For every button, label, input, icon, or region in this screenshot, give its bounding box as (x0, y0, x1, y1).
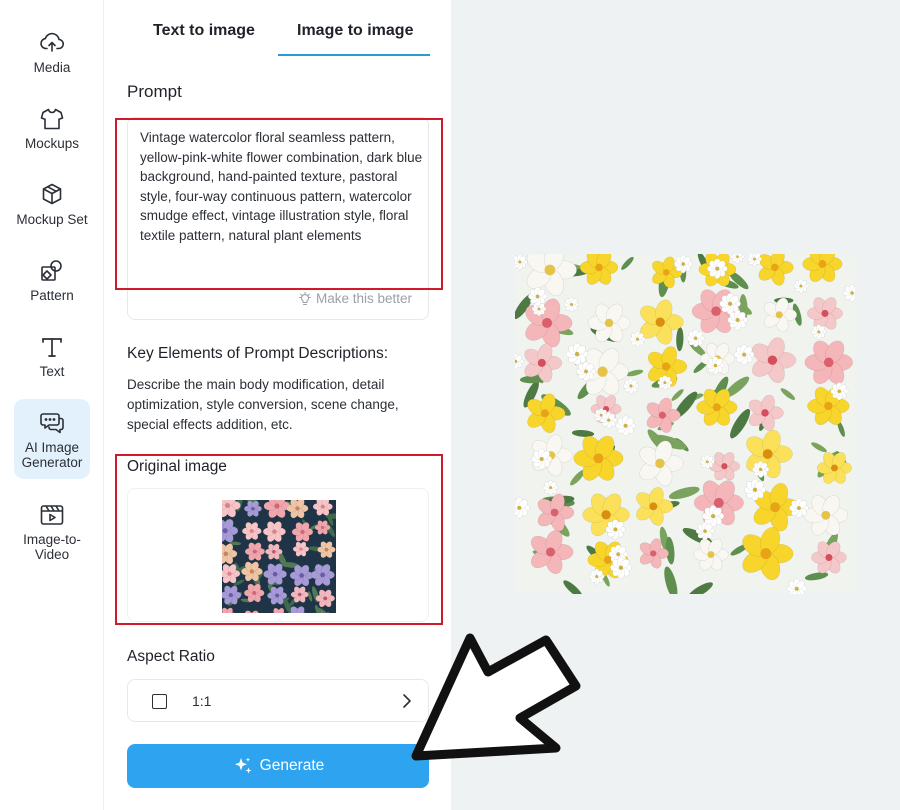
active-tab-indicator (278, 54, 430, 56)
prompt-title: Prompt (127, 82, 182, 101)
original-image-thumbnail[interactable] (222, 500, 336, 613)
tshirt-icon (37, 104, 67, 134)
aspect-ratio-selector[interactable]: 1:1 (127, 679, 429, 722)
original-image-title: Original image (127, 458, 227, 475)
text-icon (37, 332, 67, 362)
tab-text-to-image[interactable]: Text to image (153, 22, 255, 40)
video-icon (37, 500, 67, 530)
tab-image-to-image[interactable]: Image to image (297, 22, 413, 40)
make-better-button[interactable]: Make this better (298, 291, 412, 306)
sidebar-item-label: Mockup Set (16, 212, 88, 227)
sidebar-item-label: Media (33, 60, 71, 75)
ai-generator-panel: Text to image Image to image Prompt Vint… (105, 0, 451, 810)
prompt-input[interactable]: Vintage watercolor floral seamless patte… (127, 117, 429, 320)
sidebar-item-mockups[interactable]: Mockups (14, 104, 90, 152)
aspect-ratio-title: Aspect Ratio (127, 648, 215, 665)
generate-button[interactable]: Generate (127, 744, 429, 788)
make-better-label: Make this better (315, 291, 412, 306)
sidebar-item-label: Text (39, 364, 65, 379)
tool-sidebar: Media Mockups Mockup Set Pattern Text AI… (0, 0, 104, 810)
sidebar-item-text[interactable]: Text (14, 332, 90, 380)
sidebar-item-label: Image-to-Video (23, 532, 81, 562)
sidebar-item-label: AI Image Generator (21, 440, 83, 470)
chat-bubbles-icon (37, 408, 67, 438)
original-image-box (127, 488, 429, 622)
aspect-ratio-value: 1:1 (192, 693, 212, 709)
sparkle-icon (234, 757, 252, 774)
lightbulb-icon (298, 291, 312, 305)
sidebar-item-pattern[interactable]: Pattern (14, 256, 90, 304)
prompt-text[interactable]: Vintage watercolor floral seamless patte… (140, 128, 424, 245)
sidebar-item-image-to-video[interactable]: Image-to-Video (14, 500, 90, 564)
sidebar-item-media[interactable]: Media (14, 28, 90, 76)
sidebar-item-mockup-set[interactable]: Mockup Set (14, 180, 90, 228)
cloud-upload-icon (37, 28, 67, 58)
key-elements-description: Describe the main body modification, det… (127, 377, 399, 432)
sidebar-item-label: Pattern (30, 288, 74, 303)
sidebar-item-ai-image-generator[interactable]: AI Image Generator (14, 399, 90, 479)
pattern-icon (37, 256, 67, 286)
generated-image[interactable] (515, 254, 855, 594)
preview-canvas (451, 0, 900, 810)
cube-icon (37, 180, 67, 210)
mode-tabs: Text to image Image to image (105, 0, 451, 58)
square-ratio-icon (152, 694, 167, 709)
key-elements-title: Key Elements of Prompt Descriptions: (127, 345, 389, 362)
generate-label: Generate (259, 757, 325, 774)
chevron-right-icon (403, 694, 411, 708)
sidebar-item-label: Mockups (24, 136, 80, 151)
